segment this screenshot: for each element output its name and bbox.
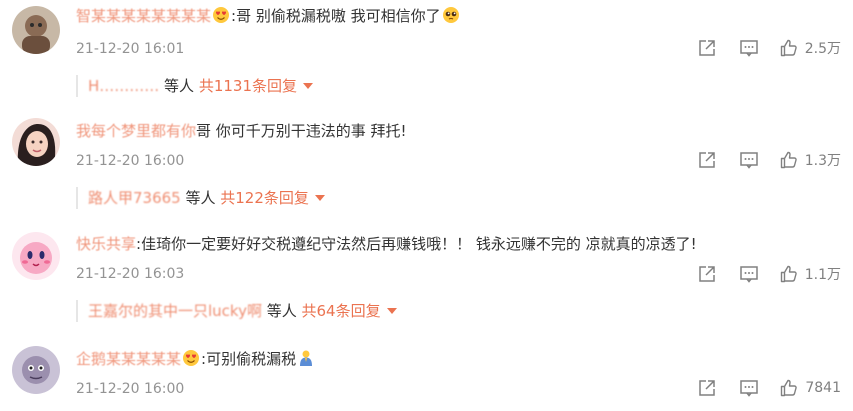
share-button[interactable] — [697, 378, 717, 398]
like-count: 1.1万 — [804, 267, 841, 283]
reply-mid-text: 等人 — [159, 77, 199, 95]
reply-summary[interactable]: 王嘉尔的其中一只lucky啊 等人 共64条回复 — [76, 300, 397, 322]
reply-mid-text: 等人 — [261, 302, 302, 320]
reply-count-link[interactable]: 共1131条回复 — [199, 77, 297, 95]
comment-icon — [739, 266, 758, 283]
reply-summary[interactable]: 路人甲73665 等人 共122条回复 — [76, 187, 325, 209]
share-button[interactable] — [697, 38, 717, 58]
comment-time: 21-12-20 16:01 — [76, 41, 185, 57]
comment-actions: 7841 — [697, 377, 841, 399]
comment-text: :可别偷税漏税 — [201, 350, 297, 368]
comment-line: 智某某某某某某某某 :哥 别偷税漏税嗷 我可相信你了 — [76, 6, 461, 26]
comment-icon — [739, 152, 758, 169]
share-button[interactable] — [697, 264, 717, 284]
share-icon — [698, 152, 715, 168]
thumbs-up-icon — [781, 379, 798, 397]
username-link[interactable]: 快乐共享 — [76, 235, 136, 253]
thumbs-up-icon — [780, 265, 797, 283]
caret-down-icon[interactable] — [386, 308, 397, 314]
comment-actions: 1.3万 — [697, 149, 841, 171]
share-icon — [698, 40, 715, 56]
pleading-face-emoji-icon — [442, 7, 459, 23]
comment-actions: 2.5万 — [697, 37, 841, 59]
comment-button[interactable] — [739, 378, 759, 398]
like-button[interactable]: 1.1万 — [779, 264, 841, 284]
share-icon — [698, 266, 715, 282]
reply-summary[interactable]: H………… 等人 共1131条回复 — [76, 75, 314, 97]
caret-down-icon[interactable] — [303, 83, 314, 89]
like-count: 2.5万 — [804, 41, 841, 57]
like-count: 1.3万 — [804, 153, 841, 169]
reply-names[interactable]: 王嘉尔的其中一只lucky啊 — [88, 302, 262, 320]
avatar[interactable] — [12, 118, 60, 166]
comment-line: 我每个梦里都有你哥 你可千万别干违法的事 拜托! — [76, 121, 407, 141]
avatar[interactable] — [12, 232, 60, 280]
comment-text: :佳琦你一定要好好交税遵纪守法然后再赚钱哦！！ 钱永远赚不完的 凉就真的凉透了! — [136, 235, 697, 253]
reply-names[interactable]: H………… — [88, 77, 159, 95]
like-button[interactable]: 7841 — [779, 378, 841, 398]
share-button[interactable] — [697, 150, 717, 170]
comment-icon — [740, 380, 759, 397]
comment-time: 21-12-20 16:03 — [76, 266, 185, 282]
reply-count-link[interactable]: 共122条回复 — [220, 189, 309, 207]
comment-button[interactable] — [739, 150, 759, 170]
avatar-image — [12, 118, 60, 166]
like-count: 7841 — [805, 380, 841, 396]
heart-eyes-emoji-icon — [183, 350, 200, 366]
caret-down-icon[interactable] — [314, 195, 325, 201]
username-link[interactable]: 智某某某某某某某某 — [76, 7, 211, 25]
comment-actions: 1.1万 — [697, 263, 841, 285]
praying-person-emoji-icon — [300, 350, 313, 366]
like-button[interactable]: 1.3万 — [779, 150, 841, 170]
username-link[interactable]: 我每个梦里都有你 — [76, 122, 196, 140]
avatar[interactable] — [12, 346, 60, 394]
comment-text: :哥 别偷税漏税嗷 我可相信你了 — [231, 7, 441, 25]
reply-names[interactable]: 路人甲73665 — [88, 189, 181, 207]
share-icon — [699, 380, 716, 396]
like-button[interactable]: 2.5万 — [779, 38, 841, 58]
reply-mid-text: 等人 — [180, 189, 221, 207]
comment-time: 21-12-20 16:00 — [76, 381, 185, 397]
comment-line: 快乐共享:佳琦你一定要好好交税遵纪守法然后再赚钱哦！！ 钱永远赚不完的 凉就真的… — [76, 234, 697, 254]
avatar-image — [12, 6, 60, 54]
comment-text: 哥 你可千万别干违法的事 拜托! — [196, 122, 407, 140]
avatar-image — [12, 232, 60, 280]
comment-icon — [739, 40, 758, 57]
comment-line: 企鹅某某某某某 :可别偷税漏税 — [76, 349, 316, 369]
comment-time: 21-12-20 16:00 — [76, 153, 185, 169]
heart-eyes-emoji-icon — [213, 7, 230, 23]
username-link[interactable]: 企鹅某某某某某 — [76, 350, 181, 368]
thumbs-up-icon — [780, 39, 797, 57]
reply-count-link[interactable]: 共64条回复 — [302, 302, 381, 320]
comment-button[interactable] — [739, 264, 759, 284]
avatar-image — [12, 346, 60, 394]
avatar[interactable] — [12, 6, 60, 54]
thumbs-up-icon — [780, 151, 797, 169]
comment-button[interactable] — [739, 38, 759, 58]
